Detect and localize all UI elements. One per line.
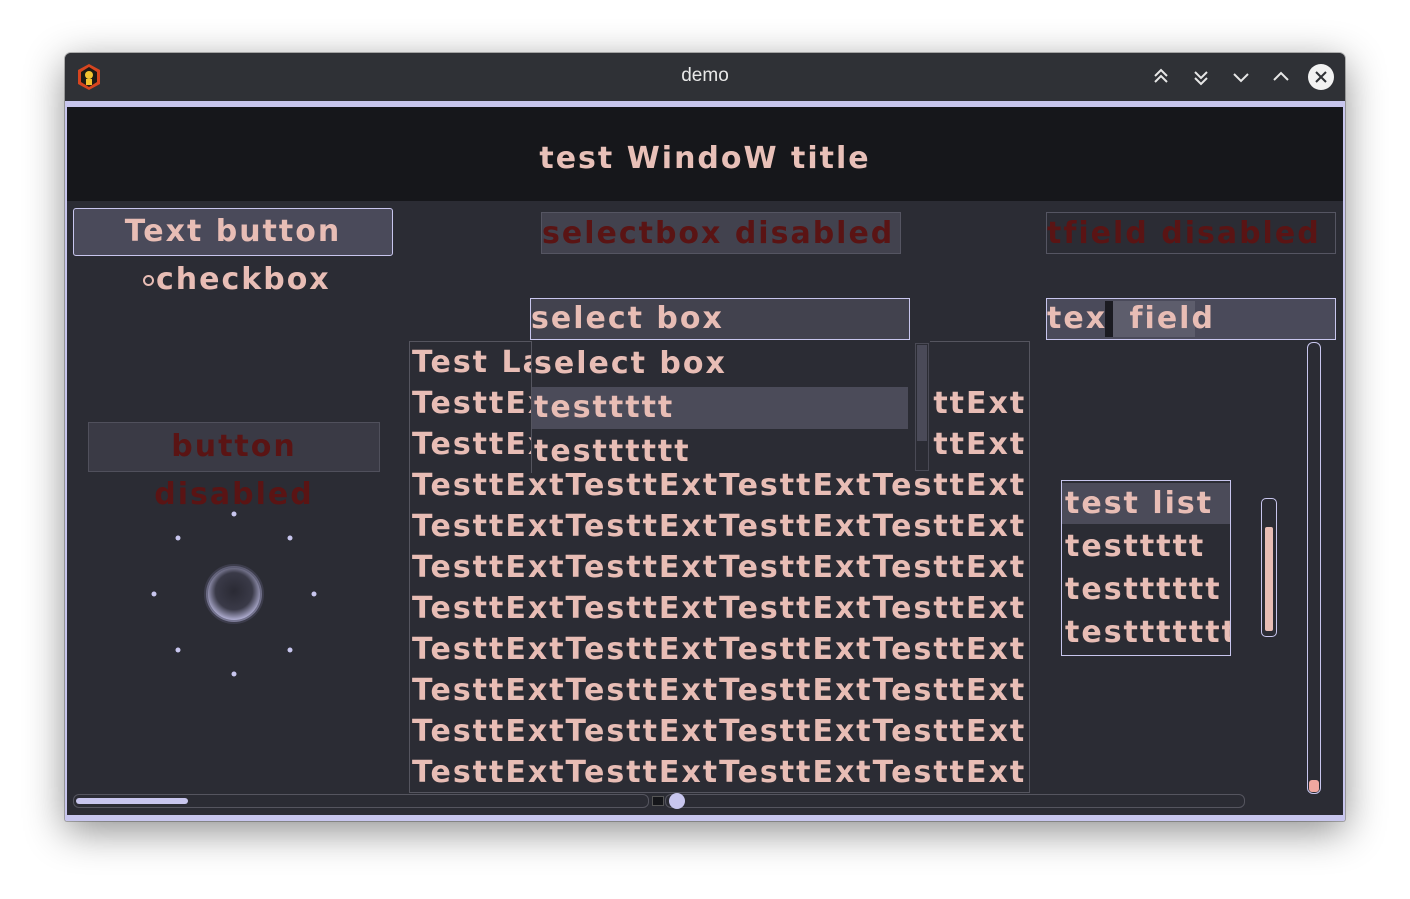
loading-spinner-icon bbox=[151, 511, 317, 677]
horizontal-scrollbar-thumb[interactable] bbox=[76, 798, 188, 804]
test-list[interactable]: test list testtttt testttttt testtttttt bbox=[1061, 480, 1231, 656]
list-item[interactable]: testtttt bbox=[1062, 526, 1230, 567]
slider-start-marker bbox=[652, 796, 664, 806]
list-scrollbar[interactable] bbox=[1261, 498, 1277, 637]
text-area-line: TesttExtTesttExtTesttExtTesttExt bbox=[412, 632, 1027, 667]
text-area-line: TesttExtTesttExtTesttExtTesttExt bbox=[412, 714, 1027, 749]
page-title: test WindoW title bbox=[539, 141, 871, 176]
checkbox-mark-icon[interactable] bbox=[143, 275, 154, 286]
text-field[interactable]: tex field bbox=[1046, 298, 1336, 340]
disabled-button: button disabled bbox=[88, 422, 380, 512]
text-area-line: TesttExtTesttExtTesttExtTesttExt bbox=[412, 755, 1027, 790]
keep-above-icon[interactable] bbox=[1147, 63, 1175, 91]
window-frame-right bbox=[1343, 107, 1345, 821]
text-field-value-left: tex bbox=[1047, 301, 1108, 336]
text-area-line: TesttExtTesttExtTesttExtTesttExt bbox=[412, 591, 1027, 626]
dropdown-option[interactable]: testtttt bbox=[532, 387, 908, 429]
checkbox[interactable]: checkbox bbox=[143, 263, 331, 297]
header-band: test WindoW title bbox=[67, 107, 1343, 201]
disabled-text-field: tfield disabled bbox=[1046, 212, 1336, 254]
text-area-line: TesttExtTesttExtTesttExtTesttExt bbox=[412, 509, 1027, 544]
close-icon[interactable] bbox=[1307, 63, 1335, 91]
list-item[interactable]: testtttttt bbox=[1062, 612, 1230, 653]
keep-below-icon[interactable] bbox=[1187, 63, 1215, 91]
text-area-line: TesttExtTesttExtTesttExtTesttExt bbox=[412, 673, 1027, 708]
select-dropdown: select box testtttt testttttt bbox=[531, 341, 930, 473]
window-frame-bottom bbox=[65, 815, 1345, 821]
dropdown-option[interactable]: select box bbox=[532, 343, 908, 385]
list-item[interactable]: test list bbox=[1062, 483, 1230, 524]
horizontal-scrollbar[interactable] bbox=[73, 794, 649, 808]
text-button[interactable]: Text button bbox=[73, 208, 393, 256]
text-field-value-right: field bbox=[1117, 301, 1215, 336]
title-bar[interactable]: demo bbox=[65, 53, 1345, 101]
maximize-icon[interactable] bbox=[1267, 63, 1295, 91]
list-scrollbar-thumb[interactable] bbox=[1265, 527, 1273, 631]
dropdown-scrollbar[interactable] bbox=[915, 343, 929, 471]
list-item[interactable]: testttttt bbox=[1062, 569, 1230, 610]
window-frame-left bbox=[65, 107, 67, 821]
vertical-scrollbar-thumb[interactable] bbox=[1309, 780, 1319, 792]
slider-knob[interactable] bbox=[669, 793, 685, 809]
checkbox-label: checkbox bbox=[156, 262, 331, 297]
select-box[interactable]: select box bbox=[530, 298, 910, 340]
slider[interactable] bbox=[665, 793, 1245, 809]
minimize-icon[interactable] bbox=[1227, 63, 1255, 91]
dropdown-option[interactable]: testttttt bbox=[532, 431, 908, 473]
disabled-selectbox: selectbox disabled bbox=[541, 212, 901, 254]
text-area-line: TesttExtTesttExtTesttExtTesttExt bbox=[412, 550, 1027, 585]
dropdown-scrollbar-thumb[interactable] bbox=[917, 345, 927, 441]
app-window: demo test WindoW title Text button check… bbox=[65, 53, 1345, 821]
vertical-scrollbar[interactable] bbox=[1307, 342, 1321, 794]
